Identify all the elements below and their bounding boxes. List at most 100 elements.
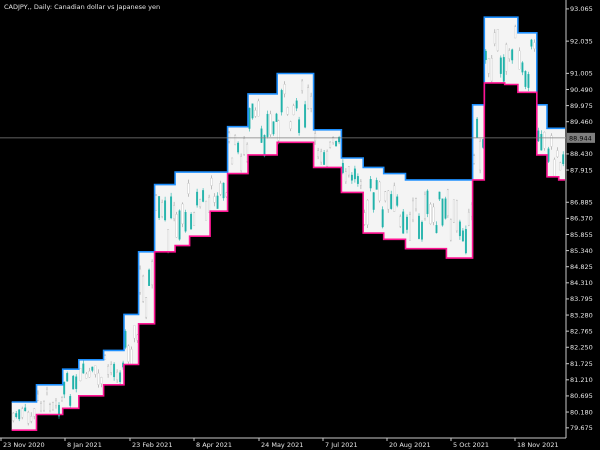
candle-body (18, 409, 21, 420)
candle-body (375, 180, 378, 190)
candle-body (409, 214, 411, 241)
candle-body (173, 205, 176, 219)
candle-body (304, 104, 307, 128)
candle-body (476, 118, 479, 138)
candle-body (91, 366, 94, 371)
candle-body (350, 174, 353, 181)
candle-body (124, 331, 127, 348)
candle-body (399, 216, 402, 227)
candle-body (496, 29, 499, 51)
x-tick-label: 23 Feb 2021 (132, 441, 172, 449)
y-tick-label: 80.695 (570, 392, 593, 400)
candle-body (499, 57, 502, 74)
candle-body (347, 166, 350, 176)
candle-body (493, 32, 496, 44)
candle-body (85, 373, 88, 379)
candle-body (72, 375, 75, 390)
candle-body (390, 194, 393, 209)
candle-body (170, 196, 173, 219)
candle-body (175, 214, 178, 238)
chart-title: CADJPY,, Daily: Canadian dollar vs Japan… (4, 3, 161, 11)
candle-body (222, 182, 225, 199)
candle-body (521, 62, 524, 73)
candle-body (441, 198, 444, 226)
candle-body (97, 372, 100, 385)
candle-body (266, 113, 269, 137)
candle-body (219, 183, 222, 195)
candle-body (378, 181, 381, 201)
candle-body (234, 135, 237, 145)
candle-body (213, 196, 216, 203)
x-tick-label: 5 Oct 2021 (453, 441, 489, 449)
candle-body (127, 345, 130, 362)
candle-body (113, 363, 116, 378)
candle-body (184, 212, 187, 232)
candle-body (310, 96, 313, 109)
candle-body (341, 162, 344, 173)
y-tick-label: 84.310 (570, 279, 593, 287)
candle-body (452, 199, 455, 223)
candle-body (228, 132, 231, 142)
x-tick-label: 24 May 2021 (261, 441, 303, 449)
candle-body (553, 159, 556, 177)
candle-body (432, 206, 435, 223)
candle-body (384, 191, 387, 201)
candle-body (559, 162, 562, 171)
y-tick-label: 80.180 (570, 408, 593, 416)
candle-body (556, 150, 559, 158)
candle-body (69, 396, 72, 406)
candle-body (543, 131, 546, 149)
x-tick-label: 7 Jul 2021 (325, 441, 358, 449)
candle-body (467, 212, 470, 226)
candle-body (208, 197, 211, 213)
candle-body (366, 199, 369, 225)
candle-body (537, 130, 540, 142)
candle-body (518, 50, 521, 70)
candle-body (359, 181, 362, 186)
candle-body (107, 366, 110, 375)
candle-body (187, 183, 190, 194)
candle-body (275, 113, 278, 122)
candle-body (484, 50, 487, 61)
candle-body (210, 177, 213, 186)
candle-body (75, 376, 78, 390)
candle-body (15, 413, 18, 418)
candle-body (133, 325, 136, 339)
y-tick-label: 90.490 (570, 86, 593, 94)
x-tick-label: 23 Nov 2020 (3, 441, 45, 449)
candle-body (458, 221, 461, 237)
candle-body (110, 364, 113, 373)
candle-body (292, 105, 295, 116)
current-price-box: 88.944 (567, 132, 595, 143)
candle-body (415, 198, 417, 210)
candle-body (396, 196, 399, 206)
candle-body (286, 107, 289, 115)
candle-body (473, 155, 476, 164)
y-tick-label: 92.035 (570, 37, 593, 45)
candle-body (49, 404, 51, 411)
candle-body (260, 128, 263, 143)
candle-body (88, 370, 91, 378)
candle-body (151, 261, 154, 286)
candle-body (363, 212, 366, 225)
candle-body (464, 229, 467, 254)
current-price-label: 88.944 (569, 134, 592, 142)
candle-body (257, 100, 260, 117)
candle-body (369, 179, 372, 189)
candle-body (181, 203, 184, 225)
price-chart[interactable]: 93.065 92.035 91.005 90.490 89.975 89.460 88.4… (0, 0, 600, 450)
x-tick-label: 18 Nov 2021 (517, 441, 559, 449)
candle-body (344, 171, 347, 182)
candle-body (426, 190, 429, 215)
candle-body (30, 416, 33, 422)
candle-body (46, 389, 48, 393)
candle-body (372, 192, 375, 210)
candle-body (148, 269, 151, 286)
candle-body (231, 157, 234, 165)
candle-body (524, 71, 527, 87)
candle-body (487, 58, 490, 74)
candle-body (502, 57, 505, 82)
candle-body (40, 403, 42, 411)
y-tick-label: 81.725 (570, 360, 593, 368)
candle-body (190, 213, 193, 230)
